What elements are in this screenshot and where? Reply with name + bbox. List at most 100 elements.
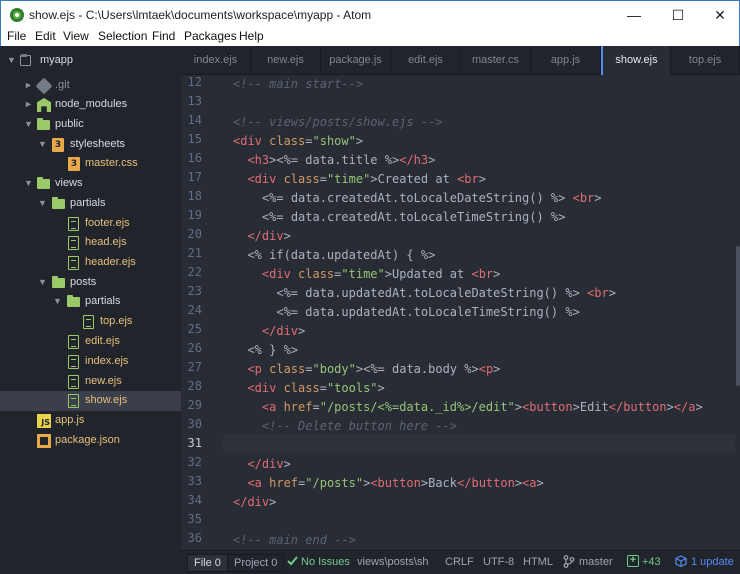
line-number: 36 [187, 531, 202, 545]
tab-master-css[interactable]: master.cs [461, 46, 531, 75]
code-line: <p class="body"><%= data.body %><p> [247, 362, 501, 376]
menu-edit[interactable]: Edit [35, 29, 56, 43]
tree-item-label: header.ejs [85, 256, 136, 268]
line-number: 17 [187, 170, 202, 184]
tab-new-ejs[interactable]: new.ejs [251, 46, 321, 75]
tree-item-public[interactable]: ▼ public [0, 115, 181, 135]
css-folder-icon: 3 [52, 138, 64, 152]
folder-icon [52, 276, 65, 288]
line-number: 20 [187, 227, 202, 241]
grammar[interactable]: HTML [523, 556, 553, 568]
line-number: 13 [187, 94, 202, 108]
minimize-button[interactable]: — [619, 5, 649, 25]
menu-help[interactable]: Help [239, 29, 264, 43]
chevron-right-icon: ► [24, 99, 33, 109]
tree-item-label: head.ejs [85, 236, 127, 248]
tree-item-master-css[interactable]: 3 master.css [0, 154, 181, 174]
check-icon [287, 556, 298, 566]
tab-top-ejs[interactable]: top.ejs [671, 46, 740, 75]
tab-show-ejs[interactable]: show.ejs [601, 46, 671, 75]
tree-item-new-ejs[interactable]: new.ejs [0, 372, 181, 392]
tree-item-label: index.ejs [85, 355, 129, 367]
tree-item-stylesheets[interactable]: ▼ 3 stylesheets [0, 135, 181, 155]
chevron-down-icon: ▼ [7, 55, 16, 65]
line-number: 35 [187, 512, 202, 526]
vertical-scrollbar[interactable] [736, 246, 740, 386]
tree-item-label: edit.ejs [85, 335, 120, 347]
npm-package-icon [37, 434, 51, 448]
code-line: </div> [247, 457, 291, 471]
menu-bar: File Edit View Selection Find Packages H… [0, 28, 740, 46]
menu-view[interactable]: View [63, 29, 89, 43]
code-line: <%= data.updatedAt.toLocaleDateString() … [276, 286, 616, 300]
tree-item-label: posts [70, 276, 97, 288]
tree-item-posts[interactable]: ▼ posts [0, 273, 181, 293]
encoding[interactable]: UTF-8 [483, 556, 514, 568]
tree-item-index-ejs[interactable]: index.ejs [0, 352, 181, 372]
line-number: 31 [187, 436, 202, 450]
tab-app-js[interactable]: app.js [531, 46, 601, 75]
tree-item-partials[interactable]: ▼ partials [0, 194, 181, 214]
node-modules-icon [37, 98, 51, 112]
git-changes-count[interactable]: +43 [642, 556, 661, 568]
menu-find[interactable]: Find [152, 29, 175, 43]
file-icon [83, 315, 94, 329]
tree-item-label: app.js [55, 414, 85, 426]
tree-item-label: views [55, 177, 83, 189]
code-line: <% } %> [247, 343, 299, 357]
tree-item-header-ejs[interactable]: header.ejs [0, 253, 181, 273]
file-icon [68, 375, 79, 389]
tab-edit-ejs[interactable]: edit.ejs [391, 46, 461, 75]
tree-root[interactable]: ▼ myapp [0, 51, 181, 71]
line-number: 33 [187, 474, 202, 488]
linter-status[interactable]: No Issues [301, 556, 350, 568]
maximize-button[interactable]: ☐ [663, 5, 693, 25]
code-line: <div class="time">Updated at <br> [261, 267, 501, 281]
line-ending[interactable]: CRLF [445, 556, 474, 568]
tab-index-ejs[interactable]: index.ejs [181, 46, 251, 75]
line-number: 16 [187, 151, 202, 165]
file-icon [68, 217, 79, 231]
line-number: 15 [187, 132, 202, 146]
project-count-tab[interactable]: Project 0 [227, 554, 285, 572]
tree-item-views[interactable]: ▼ views [0, 174, 181, 194]
menu-file[interactable]: File [7, 29, 26, 43]
git-branch[interactable]: master [579, 556, 613, 568]
tree-item-package-json[interactable]: package.json [0, 431, 181, 451]
tree-root-label: myapp [40, 54, 74, 66]
tree-item-label: show.ejs [85, 394, 128, 406]
chevron-down-icon: ▼ [53, 296, 62, 306]
chevron-down-icon: ▼ [38, 277, 47, 287]
tree-item-label: package.json [55, 434, 120, 446]
tree-item-top-ejs[interactable]: top.ejs [0, 312, 181, 332]
tree-item-git[interactable]: ► .git [0, 76, 181, 96]
menu-selection[interactable]: Selection [98, 29, 147, 43]
chevron-down-icon: ▼ [24, 178, 33, 188]
menu-packages[interactable]: Packages [184, 29, 237, 43]
code-line: <!-- main end --> [233, 533, 356, 547]
tree-item-footer-ejs[interactable]: footer.ejs [0, 214, 181, 234]
file-count-tab[interactable]: File 0 [187, 554, 228, 572]
code-area[interactable]: <!-- main start--> <!-- views/posts/show.… [223, 75, 735, 550]
code-line: </div> [233, 495, 277, 509]
line-number: 18 [187, 189, 202, 203]
line-number: 12 [187, 75, 202, 89]
close-button[interactable]: ✕ [705, 5, 735, 25]
code-line: </div> [261, 324, 306, 338]
package-updates[interactable]: 1 update [691, 556, 734, 568]
tree-item-posts-partials[interactable]: ▼ partials [0, 292, 181, 312]
package-icon [675, 555, 687, 567]
line-number: 27 [187, 360, 202, 374]
tree-item-app-js[interactable]: JS app.js [0, 411, 181, 431]
tab-package-json[interactable]: package.js [321, 46, 391, 75]
status-bar: File 0 Project 0 No Issues views\posts\s… [181, 550, 740, 574]
tree-item-head-ejs[interactable]: head.ejs [0, 233, 181, 253]
tree-item-label: public [55, 118, 84, 130]
line-number: 26 [187, 341, 202, 355]
line-number: 32 [187, 455, 202, 469]
file-path[interactable]: views\posts\sh [357, 556, 429, 568]
tree-item-edit-ejs[interactable]: edit.ejs [0, 332, 181, 352]
tree-item-node-modules[interactable]: ► node_modules [0, 95, 181, 115]
line-number: 23 [187, 284, 202, 298]
tree-item-show-ejs[interactable]: show.ejs [0, 391, 181, 411]
